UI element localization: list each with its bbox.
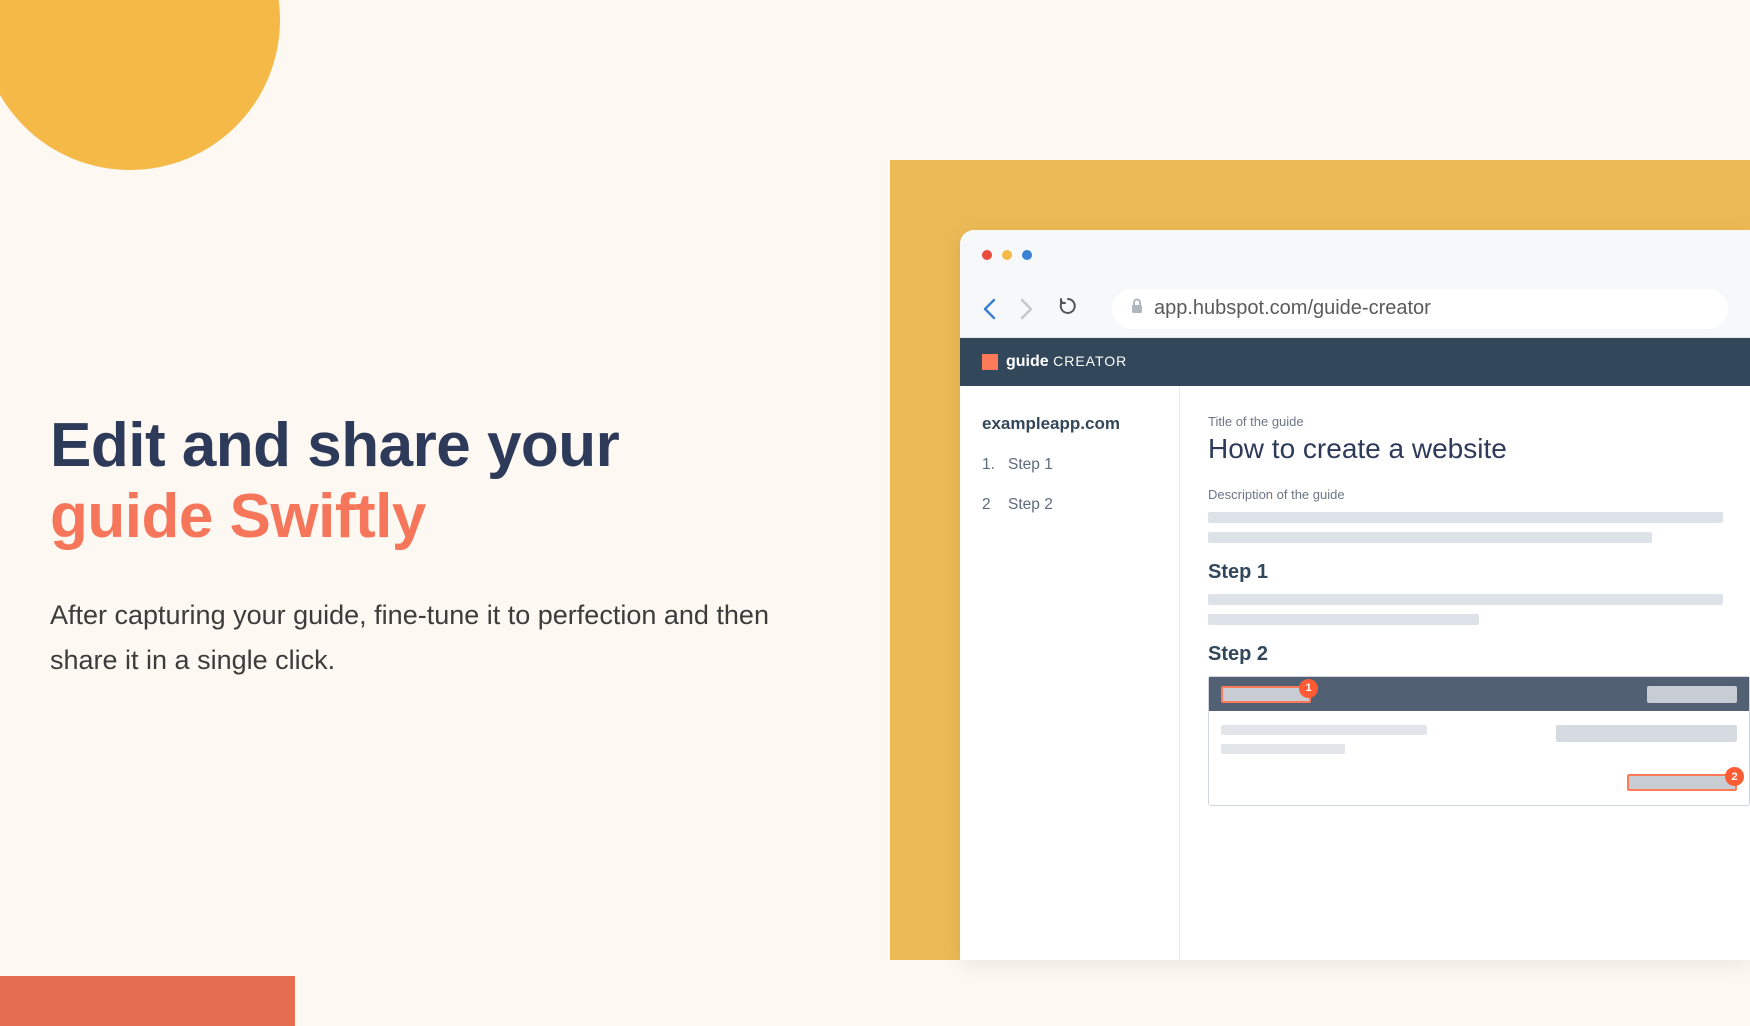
browser-mockup-frame: app.hubspot.com/guide-creator guide CREA… xyxy=(890,160,1750,960)
forward-arrow-icon[interactable] xyxy=(1020,298,1034,320)
mock-grey-box xyxy=(1647,686,1737,703)
hero-subtext: After capturing your guide, fine-tune it… xyxy=(50,593,830,685)
sidebar-item-label: Step 2 xyxy=(1008,496,1053,514)
browser-titlebar xyxy=(960,230,1750,280)
sidebar: exampleapp.com 1. Step 1 2 Step 2 xyxy=(960,386,1180,960)
sidebar-item-label: Step 1 xyxy=(1008,456,1053,474)
orange-block-decoration xyxy=(0,976,295,1026)
headline-line-1: Edit and share your xyxy=(50,411,619,480)
lock-icon xyxy=(1130,298,1144,319)
headline-line-2: guide Swiftly xyxy=(50,482,426,551)
mock-column-left xyxy=(1221,725,1427,754)
app-logo-bold: guide xyxy=(1006,353,1049,370)
placeholder-line xyxy=(1208,594,1723,605)
browser-window: app.hubspot.com/guide-creator guide CREA… xyxy=(960,230,1750,960)
sidebar-item-num: 2 xyxy=(982,496,996,514)
yellow-circle-decoration xyxy=(0,0,280,170)
highlight-area-1: 1 xyxy=(1221,686,1311,703)
step1-placeholder[interactable] xyxy=(1208,594,1750,625)
sidebar-item-num: 1. xyxy=(982,456,996,474)
hero-content: Edit and share your guide Swiftly After … xyxy=(50,410,830,684)
step2-screenshot[interactable]: 1 2 xyxy=(1208,676,1750,806)
step2-heading: Step 2 xyxy=(1208,643,1750,666)
app-logo-icon xyxy=(982,354,998,370)
highlight-area-2: 2 xyxy=(1627,774,1737,791)
placeholder-line xyxy=(1208,512,1723,523)
main-panel: Title of the guide How to create a websi… xyxy=(1180,386,1750,960)
placeholder-line xyxy=(1208,532,1652,543)
app-body: exampleapp.com 1. Step 1 2 Step 2 Title … xyxy=(960,386,1750,960)
description-placeholder[interactable] xyxy=(1208,512,1750,543)
screenshot-footer: 2 xyxy=(1209,768,1749,805)
url-bar[interactable]: app.hubspot.com/guide-creator xyxy=(1112,289,1728,329)
annotation-badge-1: 1 xyxy=(1299,679,1318,698)
placeholder-line xyxy=(1208,614,1479,625)
traffic-light-close-icon xyxy=(982,250,992,260)
mock-line xyxy=(1221,744,1345,754)
sidebar-domain: exampleapp.com xyxy=(982,414,1157,434)
traffic-light-minimize-icon xyxy=(1002,250,1012,260)
sidebar-item-step1[interactable]: 1. Step 1 xyxy=(982,456,1157,474)
app-header: guide CREATOR xyxy=(960,338,1750,386)
mock-line xyxy=(1221,725,1427,735)
refresh-icon[interactable] xyxy=(1058,296,1078,322)
mock-line xyxy=(1556,725,1737,742)
app-logo-text: guide CREATOR xyxy=(1006,353,1127,371)
step1-heading: Step 1 xyxy=(1208,561,1750,584)
screenshot-body xyxy=(1209,711,1749,768)
annotation-badge-2: 2 xyxy=(1725,767,1744,786)
mock-column-right xyxy=(1556,725,1737,754)
back-arrow-icon[interactable] xyxy=(982,298,996,320)
title-field-label: Title of the guide xyxy=(1208,414,1750,429)
url-text: app.hubspot.com/guide-creator xyxy=(1154,297,1431,320)
traffic-light-maximize-icon xyxy=(1022,250,1032,260)
description-field-label: Description of the guide xyxy=(1208,487,1750,502)
hero-headline: Edit and share your guide Swiftly xyxy=(50,410,830,553)
browser-toolbar: app.hubspot.com/guide-creator xyxy=(960,280,1750,338)
app-logo-light: CREATOR xyxy=(1053,353,1127,369)
screenshot-header: 1 xyxy=(1209,677,1749,711)
sidebar-item-step2[interactable]: 2 Step 2 xyxy=(982,496,1157,514)
guide-title[interactable]: How to create a website xyxy=(1208,433,1750,465)
